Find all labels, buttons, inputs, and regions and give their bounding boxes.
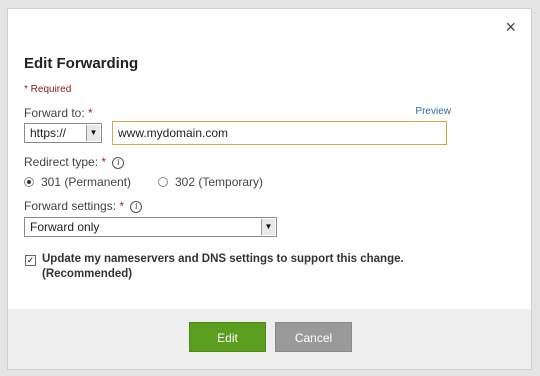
- radio-button-unchecked[interactable]: [158, 177, 168, 187]
- update-dns-checkbox[interactable]: ✓: [25, 255, 36, 266]
- protocol-select[interactable]: https:// ▼: [24, 123, 102, 143]
- required-star: *: [119, 199, 125, 213]
- radio-301[interactable]: 301 (Permanent): [24, 175, 131, 189]
- update-dns-label[interactable]: Update my nameservers and DNS settings t…: [42, 252, 482, 282]
- required-star: *: [101, 155, 107, 169]
- chevron-down-icon: ▼: [86, 125, 100, 141]
- redirect-type-label: Redirect type: * i: [24, 155, 125, 169]
- required-note: * Required: [24, 84, 72, 95]
- required-star: *: [88, 106, 93, 120]
- radio-button-checked[interactable]: [24, 177, 34, 187]
- forward-to-label-text: Forward to:: [24, 106, 85, 120]
- radio-301-label: 301 (Permanent): [41, 175, 132, 189]
- close-icon[interactable]: ×: [505, 17, 516, 37]
- info-icon[interactable]: i: [112, 156, 125, 169]
- preview-link[interactable]: Preview: [415, 106, 451, 117]
- redirect-type-label-text: Redirect type:: [24, 155, 99, 169]
- edit-forwarding-dialog: × Edit Forwarding * Required Forward to:…: [7, 8, 532, 370]
- radio-302-label: 302 (Temporary): [175, 175, 264, 189]
- forward-settings-select[interactable]: Forward only ▼: [24, 217, 277, 237]
- cancel-button[interactable]: Cancel: [275, 322, 352, 352]
- dialog-footer: Edit Cancel: [8, 309, 531, 369]
- edit-button[interactable]: Edit: [189, 322, 266, 352]
- forward-url-input[interactable]: www.mydomain.com: [112, 121, 447, 145]
- forward-to-label: Forward to: *: [24, 106, 93, 120]
- info-icon[interactable]: i: [130, 200, 143, 213]
- forward-settings-select-value: Forward only: [30, 220, 100, 234]
- radio-302[interactable]: 302 (Temporary): [158, 175, 263, 189]
- forward-settings-label-text: Forward settings:: [24, 199, 117, 213]
- protocol-select-value: https://: [30, 126, 67, 140]
- forward-settings-label: Forward settings: * i: [24, 199, 143, 213]
- dialog-title: Edit Forwarding: [24, 55, 139, 72]
- chevron-down-icon: ▼: [261, 219, 275, 235]
